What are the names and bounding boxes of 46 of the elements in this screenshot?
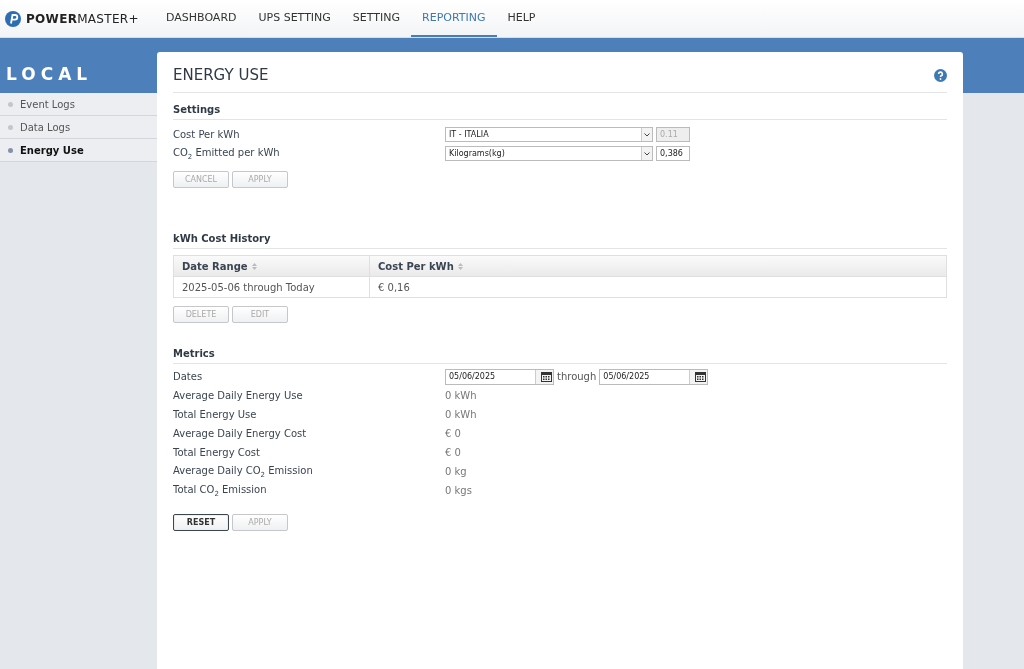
date-field[interactable]: 05/06/2025 bbox=[445, 368, 554, 385]
column-header[interactable]: Cost Per kWh bbox=[370, 256, 566, 276]
calendar-icon[interactable] bbox=[540, 371, 552, 382]
sort-icon bbox=[457, 262, 463, 270]
help-icon[interactable] bbox=[934, 68, 947, 82]
field-label: CO$_{2}$ Emitted per kWh bbox=[173, 146, 281, 161]
nav-tab[interactable]: UPS SETTING bbox=[247, 0, 342, 37]
metric-label: Total CO$_{2}$ Emission bbox=[173, 483, 268, 498]
metric-label: Average Daily Energy Cost bbox=[173, 428, 308, 439]
date-field[interactable]: 05/06/2025 bbox=[599, 368, 709, 385]
section-heading: Settings bbox=[173, 102, 947, 120]
logo-icon bbox=[5, 10, 21, 27]
section-heading: Metrics bbox=[173, 346, 947, 364]
nav-tab[interactable]: SETTING bbox=[341, 0, 412, 37]
sidebar-item[interactable]: Energy Use bbox=[0, 139, 157, 162]
input-field[interactable]: 0,386 bbox=[656, 146, 690, 161]
metric-value: 0 kg bbox=[445, 466, 467, 477]
nav-tab[interactable]: HELP bbox=[496, 0, 547, 37]
through-label: through bbox=[557, 371, 597, 382]
table-cell: 2025-05-06 through Today bbox=[174, 277, 370, 297]
metric-value: 0 kgs bbox=[445, 485, 472, 496]
field-label: Dates bbox=[173, 371, 204, 382]
table-cell-text: € 0,16 bbox=[377, 280, 411, 295]
chevron-down-icon bbox=[644, 151, 650, 156]
metric-value: € 0 bbox=[445, 447, 461, 458]
metric-label: Total Energy Use bbox=[173, 409, 258, 420]
sidebar-item[interactable]: Event Logs bbox=[0, 93, 157, 116]
metric-label: Total Energy Cost bbox=[173, 447, 261, 458]
calendar-icon[interactable] bbox=[694, 371, 706, 382]
nav-tab[interactable]: DASHBOARD bbox=[155, 0, 248, 37]
chevron-down-icon bbox=[644, 132, 650, 137]
sidebar-title: LOCAL bbox=[5, 62, 94, 86]
sort-icon bbox=[251, 262, 257, 270]
field-label: Cost Per kWh bbox=[173, 129, 241, 140]
dropdown[interactable]: Kilograms(kg) bbox=[445, 146, 653, 161]
column-header[interactable]: Date Range bbox=[174, 256, 370, 276]
sidebar-item[interactable]: Data Logs bbox=[0, 116, 157, 139]
brand-name: POWERMASTER+ bbox=[26, 11, 139, 26]
metric-label: Average Daily Energy Use bbox=[173, 390, 304, 401]
metric-value: 0 kWh bbox=[445, 390, 477, 401]
section-heading: kWh Cost History bbox=[173, 231, 947, 249]
page-title: ENERGY USE bbox=[173, 66, 269, 84]
metric-value: € 0 bbox=[445, 428, 461, 439]
metric-label: Average Daily CO$_{2}$ Emission bbox=[173, 464, 314, 479]
action-button[interactable]: RESET bbox=[173, 514, 229, 531]
metric-value: 0 kWh bbox=[445, 409, 477, 420]
